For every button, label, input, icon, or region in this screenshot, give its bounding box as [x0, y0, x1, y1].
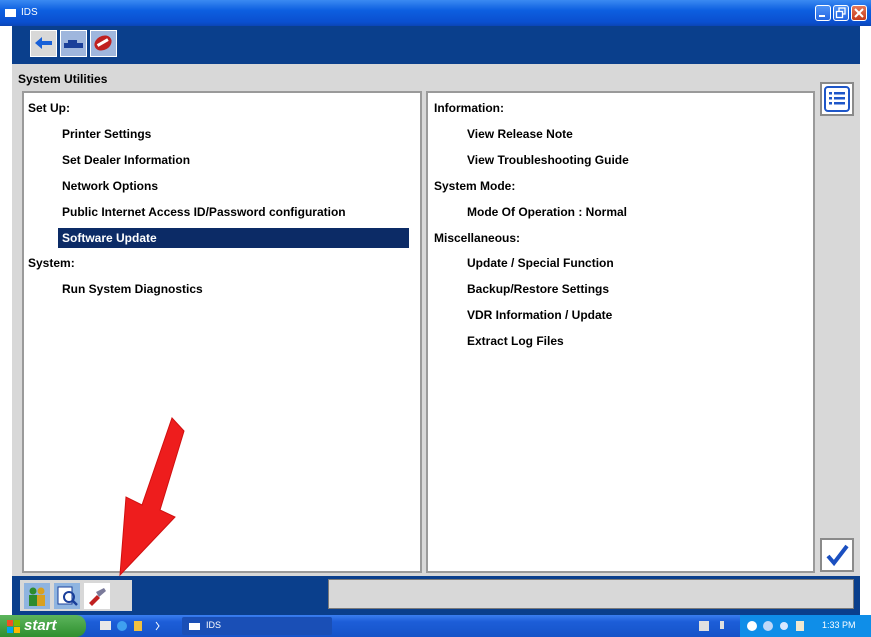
menu-item-view-troubleshooting-guide[interactable]: View Troubleshooting Guide	[467, 150, 629, 170]
menu-item-backup-restore-settings[interactable]: Backup/Restore Settings	[467, 279, 609, 299]
menu-item-printer-settings[interactable]: Printer Settings	[62, 124, 151, 144]
system-tray: 1:33 PM	[740, 615, 871, 637]
tools-settings-tab-button[interactable]	[84, 583, 110, 609]
category-set-up: Set Up:	[28, 101, 70, 115]
vehicle-tab-button[interactable]	[60, 30, 87, 57]
browser-icon[interactable]	[117, 621, 127, 631]
tools-tab-button[interactable]	[90, 30, 117, 57]
wrench-icon	[89, 588, 106, 606]
category-system: System:	[28, 256, 75, 270]
list-view-button[interactable]	[820, 82, 854, 116]
category-miscellaneous: Miscellaneous:	[434, 231, 521, 245]
title-bar: IDS	[0, 0, 871, 26]
menu-item-vdr-information-update[interactable]: VDR Information / Update	[467, 305, 612, 325]
menu-item-extract-log-files[interactable]: Extract Log Files	[467, 331, 564, 351]
status-field	[328, 579, 854, 609]
close-icon	[854, 8, 864, 18]
windows-logo-icon	[7, 620, 20, 633]
windows-taskbar: start IDS 1:33 PM	[0, 615, 871, 637]
people-tray-icon[interactable]	[747, 621, 757, 631]
search-tab-button[interactable]	[54, 583, 80, 609]
desktop-icon[interactable]	[100, 621, 111, 630]
menu-item-run-system-diagnostics[interactable]: Run System Diagnostics	[62, 279, 203, 299]
window-icon	[5, 9, 16, 17]
menu-item-network-options[interactable]: Network Options	[62, 176, 158, 196]
close-button[interactable]	[851, 5, 867, 21]
start-button[interactable]: start	[0, 615, 86, 637]
taskbar-item-ids[interactable]: IDS	[182, 617, 332, 635]
menu-item-public-internet-access[interactable]: Public Internet Access ID/Password confi…	[62, 202, 346, 222]
minimize-button[interactable]	[815, 5, 831, 21]
clock: 1:33 PM	[822, 620, 856, 630]
bottom-toolbar	[12, 576, 860, 615]
start-label: start	[24, 617, 57, 634]
left-menu-panel: Set Up: Printer Settings Set Dealer Info…	[22, 91, 422, 573]
page-title: System Utilities	[18, 72, 108, 86]
confirm-button[interactable]	[820, 538, 854, 572]
media-icon[interactable]	[134, 621, 142, 631]
window-icon	[189, 623, 200, 630]
people-icon	[29, 587, 45, 606]
chevron-icon[interactable]	[155, 621, 160, 631]
network-icon[interactable]	[720, 621, 724, 629]
menu-item-update-special-function[interactable]: Update / Special Function	[467, 253, 614, 273]
menu-item-view-release-note[interactable]: View Release Note	[467, 124, 573, 144]
menu-item-mode-of-operation[interactable]: Mode Of Operation : Normal	[467, 202, 627, 222]
help-icon[interactable]	[699, 621, 709, 631]
minimize-icon	[819, 15, 825, 17]
restore-icon	[835, 7, 846, 19]
menu-item-software-update[interactable]: Software Update	[58, 228, 409, 248]
tray-icons	[747, 621, 804, 631]
list-icon	[824, 86, 850, 112]
search-document-icon	[57, 586, 78, 606]
volume-tray-icon[interactable]	[780, 622, 788, 630]
window-title: IDS	[21, 7, 38, 18]
bottom-tab-group	[20, 580, 132, 611]
people-tab-button[interactable]	[24, 583, 50, 609]
tray-left-icons	[699, 621, 724, 631]
security-tray-icon[interactable]	[796, 621, 804, 631]
top-toolbar	[12, 26, 860, 64]
quick-launch	[100, 621, 160, 631]
status-tray-icon[interactable]	[763, 621, 773, 631]
tools-icon	[94, 35, 112, 51]
right-menu-panel: Information: View Release Note View Trou…	[426, 91, 815, 573]
app-window: System Utilities Set Up: Printer Setting…	[12, 26, 860, 615]
connect-tab-button[interactable]	[30, 30, 57, 57]
restore-button[interactable]	[833, 5, 849, 21]
menu-item-set-dealer-information[interactable]: Set Dealer Information	[62, 150, 190, 170]
vehicle-icon	[64, 40, 83, 48]
category-information: Information:	[434, 101, 504, 115]
category-system-mode: System Mode:	[434, 179, 516, 193]
taskbar-item-label: IDS	[206, 620, 222, 630]
connect-icon	[35, 37, 52, 49]
checkmark-icon	[826, 544, 849, 567]
